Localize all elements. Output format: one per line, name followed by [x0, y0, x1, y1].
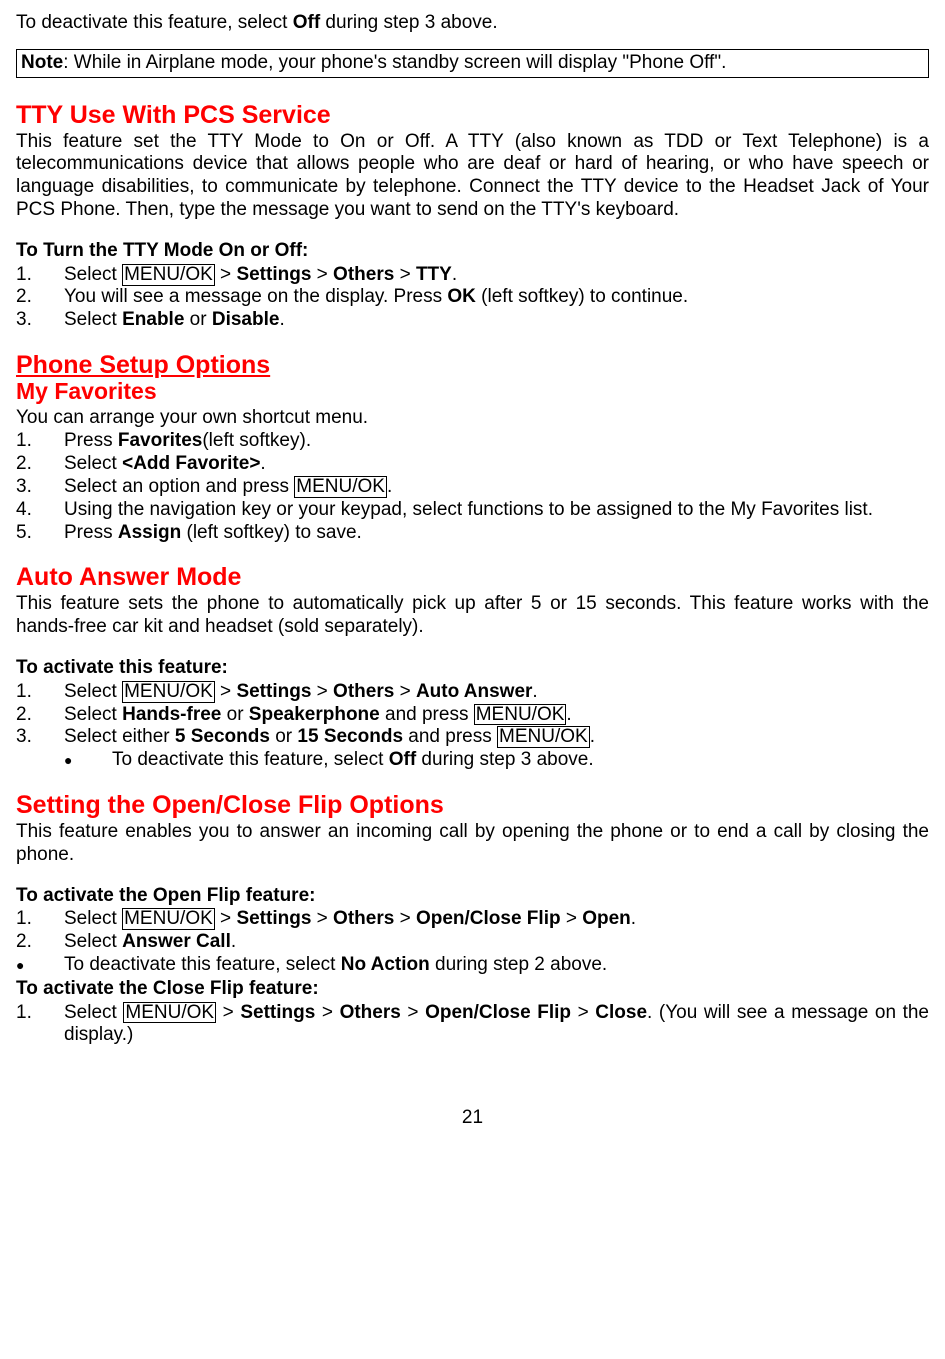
tty-steps: 1. Select MENU/OK > Settings > Others > …: [16, 264, 929, 332]
auto-steps: 1. Select MENU/OK > Settings > Others > …: [16, 681, 929, 772]
deactivate-note-top: To deactivate this feature, select Off d…: [16, 12, 929, 35]
list-item-bullet: ● To deactivate this feature, select Off…: [64, 749, 929, 772]
step-body: Select MENU/OK > Settings > Others > Ope…: [64, 908, 929, 931]
heading-flip: Setting the Open/Close Flip Options: [16, 790, 929, 820]
step-body: Press Favorites(left softkey).: [64, 430, 929, 453]
step-number: 3.: [16, 476, 64, 499]
text: during step 3 above.: [320, 12, 497, 33]
page-number: 21: [16, 1107, 929, 1130]
heading-tty: TTY Use With PCS Service: [16, 100, 929, 130]
step-body: Using the navigation key or your keypad,…: [64, 499, 929, 522]
note-box: Note: While in Airplane mode, your phone…: [16, 49, 929, 78]
heading-phone-setup: Phone Setup Options: [16, 350, 929, 380]
step-body: Select either 5 Seconds or 15 Seconds an…: [64, 726, 929, 749]
fav-paragraph: You can arrange your own shortcut menu.: [16, 407, 929, 430]
list-item: 1. Press Favorites(left softkey).: [16, 430, 929, 453]
step-body: Select <Add Favorite>.: [64, 453, 929, 476]
auto-subhead: To activate this feature:: [16, 657, 929, 680]
text: To deactivate this feature, select: [16, 12, 293, 33]
step-number: 5.: [16, 522, 64, 545]
list-item: 1. Select MENU/OK > Settings > Others > …: [16, 264, 929, 287]
menu-ok-key: MENU/OK: [123, 1002, 216, 1024]
menu-ok-key: MENU/OK: [497, 726, 590, 748]
step-number: 2.: [16, 453, 64, 476]
heading-my-favorites: My Favorites: [16, 378, 929, 406]
flip-paragraph: This feature enables you to answer an in…: [16, 821, 929, 867]
list-item: 1. Select MENU/OK > Settings > Others > …: [16, 1002, 929, 1048]
step-body: Select an option and press MENU/OK.: [64, 476, 929, 499]
step-body: To deactivate this feature, select Off d…: [112, 749, 929, 772]
list-item: 5. Press Assign (left softkey) to save.: [16, 522, 929, 545]
step-body: Press Assign (left softkey) to save.: [64, 522, 929, 545]
step-body: Select MENU/OK > Settings > Others > Aut…: [64, 681, 929, 704]
flip-close-subhead: To activate the Close Flip feature:: [16, 978, 929, 1001]
step-number: 4.: [16, 499, 64, 522]
step-number: 2.: [16, 704, 64, 727]
bullet-icon: ●: [64, 749, 112, 769]
note-text: : While in Airplane mode, your phone's s…: [63, 52, 726, 73]
step-body: Select MENU/OK > Settings > Others > Ope…: [64, 1002, 929, 1048]
step-number: 3.: [16, 309, 64, 332]
step-number: 1.: [16, 264, 64, 287]
heading-auto-answer: Auto Answer Mode: [16, 562, 929, 592]
list-item: 2. You will see a message on the display…: [16, 286, 929, 309]
list-item: 2. Select Answer Call.: [16, 931, 929, 954]
flip-open-subhead: To activate the Open Flip feature:: [16, 885, 929, 908]
menu-ok-key: MENU/OK: [122, 264, 215, 286]
list-item: 3. Select Enable or Disable.: [16, 309, 929, 332]
fav-steps: 1. Press Favorites(left softkey). 2. Sel…: [16, 430, 929, 544]
step-number: 3.: [16, 726, 64, 749]
step-number: 2.: [16, 931, 64, 954]
flip-close-steps: 1. Select MENU/OK > Settings > Others > …: [16, 1002, 929, 1048]
tty-subhead: To Turn the TTY Mode On or Off:: [16, 240, 929, 263]
step-body: Select Enable or Disable.: [64, 309, 929, 332]
list-item-bullet: ● To deactivate this feature, select No …: [16, 954, 929, 977]
list-item: 3. Select either 5 Seconds or 15 Seconds…: [16, 726, 929, 749]
list-item: 3. Select an option and press MENU/OK.: [16, 476, 929, 499]
bullet-icon: ●: [16, 954, 64, 974]
off-label: Off: [293, 12, 320, 33]
step-body: To deactivate this feature, select No Ac…: [64, 954, 929, 977]
step-number: 1.: [16, 430, 64, 453]
list-item: 2. Select <Add Favorite>.: [16, 453, 929, 476]
list-item: 1. Select MENU/OK > Settings > Others > …: [16, 681, 929, 704]
step-body: Select MENU/OK > Settings > Others > TTY…: [64, 264, 929, 287]
note-label: Note: [21, 52, 63, 73]
list-item: 4. Using the navigation key or your keyp…: [16, 499, 929, 522]
flip-open-steps: 1. Select MENU/OK > Settings > Others > …: [16, 908, 929, 976]
menu-ok-key: MENU/OK: [474, 704, 567, 726]
step-number: 2.: [16, 286, 64, 309]
list-item: 2. Select Hands-free or Speakerphone and…: [16, 704, 929, 727]
tty-paragraph: This feature set the TTY Mode to On or O…: [16, 131, 929, 222]
menu-ok-key: MENU/OK: [122, 908, 215, 930]
step-number: 1.: [16, 1002, 64, 1025]
menu-ok-key: MENU/OK: [294, 476, 387, 498]
step-body: Select Answer Call.: [64, 931, 929, 954]
auto-paragraph: This feature sets the phone to automatic…: [16, 593, 929, 639]
list-item: 1. Select MENU/OK > Settings > Others > …: [16, 908, 929, 931]
step-body: You will see a message on the display. P…: [64, 286, 929, 309]
step-number: 1.: [16, 908, 64, 931]
step-body: Select Hands-free or Speakerphone and pr…: [64, 704, 929, 727]
step-number: 1.: [16, 681, 64, 704]
menu-ok-key: MENU/OK: [122, 681, 215, 703]
